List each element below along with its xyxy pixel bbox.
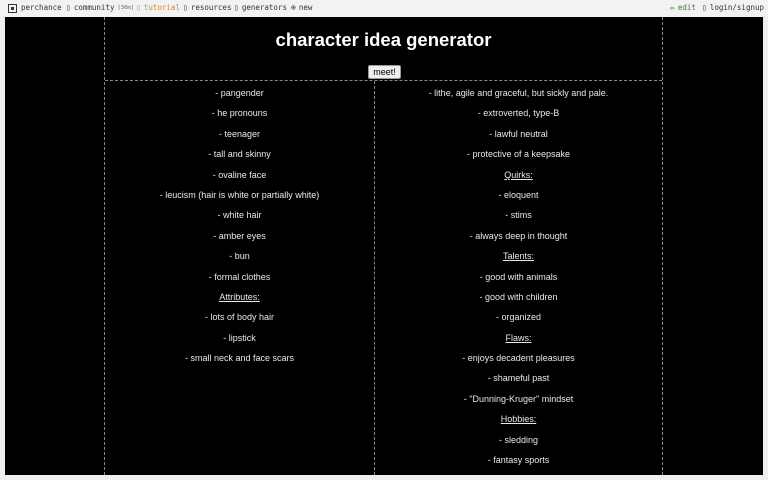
trait-item: - lithe, agile and graceful, but sickly … [428, 88, 609, 98]
trait-item: - sledding [498, 434, 539, 445]
trait-item: - formal clothes [208, 271, 271, 282]
nav-login[interactable]: ▯ login/signup [702, 0, 764, 16]
trait-item: - eloquent [498, 189, 539, 200]
nav-brand-label: perchance [21, 3, 62, 12]
nav-edit[interactable]: ✏ edit [670, 0, 696, 16]
nav-perchance-home[interactable]: perchance [8, 0, 62, 16]
trait-item: - stims [505, 210, 532, 221]
section-heading: Flaws: [505, 332, 532, 343]
nav-tutorial-label: tutorial [143, 3, 180, 12]
nav-tutorial[interactable]: ▯ tutorial [136, 0, 180, 16]
personality-column: - lithe, agile and graceful, but sickly … [375, 83, 662, 470]
trait-item: - teenager [218, 128, 261, 139]
trait-item: - extroverted, type-B [477, 108, 560, 119]
page-title: character idea generator [275, 29, 492, 50]
plus-circle-icon: ⊕ [291, 3, 296, 12]
community-badge: [30m] [117, 5, 135, 11]
header-divider [105, 80, 662, 81]
top-nav-bar: perchance ▯ community [30m] ▯ tutorial ▯… [0, 0, 768, 16]
section-heading: Quirks: [504, 169, 533, 180]
pencil-icon: ✏ [670, 3, 675, 12]
trait-item: - amber eyes [213, 230, 266, 241]
generator-panel: character idea generator meet! - pangend… [104, 17, 663, 475]
nav-generators[interactable]: ▯ generators [234, 0, 287, 16]
trait-item: - bun [229, 251, 250, 262]
nav-community[interactable]: ▯ community [30m] [66, 0, 134, 16]
dice-icon [8, 3, 17, 13]
section-heading: Hobbies: [500, 414, 537, 425]
trait-item: - white hair [217, 210, 262, 221]
trait-item: - good with children [479, 291, 558, 302]
section-heading: Talents: [502, 251, 535, 262]
trait-item: - fantasy sports [487, 455, 550, 466]
list-icon: ▯ [234, 3, 239, 12]
trait-item: - lawful neutral [489, 128, 548, 139]
generator-output-frame: character idea generator meet! - pangend… [5, 17, 763, 475]
trait-item: - leucism (hair is white or partially wh… [159, 189, 320, 200]
nav-new-label: new [298, 3, 313, 12]
trait-item: - organized [495, 312, 542, 323]
book-icon: ▯ [136, 3, 141, 12]
nav-login-label: login/signup [709, 3, 765, 12]
trait-item: - he pronouns [211, 108, 268, 119]
trait-item: - ovaline face [212, 169, 267, 180]
trait-item: - pangender [215, 88, 264, 98]
nav-generators-label: generators [241, 3, 287, 12]
appearance-column: - pangender - he pronouns - teenager - tall… [105, 83, 374, 368]
trait-item: - small neck and face scars [184, 353, 295, 364]
trait-item: - always deep in thought [469, 230, 568, 241]
nav-resources[interactable]: ▯ resources [183, 0, 231, 16]
chat-icon: ▯ [66, 3, 71, 12]
nav-edit-label: edit [677, 3, 696, 12]
trait-item: - lipstick [223, 332, 256, 343]
trait-item: - good with animals [479, 271, 558, 282]
trait-item: - tall and skinny [208, 149, 271, 160]
meet-button[interactable]: meet! [368, 65, 401, 79]
nav-resources-label: resources [190, 3, 232, 12]
trait-item: - enjoys decadent pleasures [462, 353, 575, 364]
trait-item: - lots of body hair [204, 312, 275, 323]
user-icon: ▯ [702, 3, 707, 12]
trait-item: - "Dunning-Kruger" mindset [463, 393, 574, 404]
nav-community-label: community [73, 3, 115, 12]
trait-item: - shameful past [487, 373, 550, 384]
link-icon: ▯ [183, 3, 188, 12]
trait-item: - protective of a keepsake [466, 149, 571, 160]
section-heading: Attributes: [219, 291, 260, 302]
nav-new[interactable]: ⊕ new [291, 0, 312, 16]
